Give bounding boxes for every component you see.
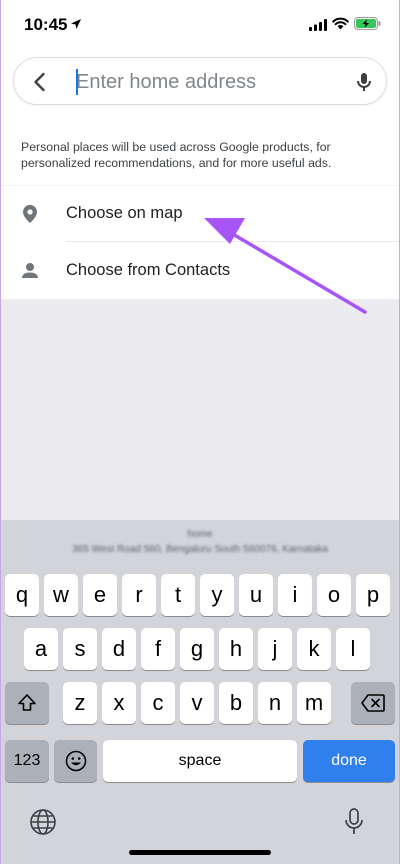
space-key[interactable]: space [103, 740, 297, 782]
key-h[interactable]: h [219, 628, 253, 670]
suggestion-subtitle: 365 West Road 560, Bengaluru South 56007… [72, 544, 328, 555]
wifi-icon [332, 17, 349, 35]
key-t[interactable]: t [161, 574, 195, 616]
key-r[interactable]: r [122, 574, 156, 616]
keyboard: home 365 West Road 560, Bengaluru South … [0, 520, 400, 864]
status-time: 10:45 [24, 15, 68, 34]
location-arrow-icon [70, 17, 82, 35]
shift-icon [18, 694, 36, 711]
key-q[interactable]: q [5, 574, 39, 616]
emoji-key[interactable] [54, 740, 97, 782]
home-indicator [129, 850, 271, 855]
key-g[interactable]: g [180, 628, 214, 670]
shift-key[interactable] [5, 682, 49, 724]
key-a[interactable]: a [24, 628, 58, 670]
choose-on-map-label: Choose on map [66, 204, 183, 222]
suggestion-title: home [187, 529, 213, 540]
delete-key[interactable] [351, 682, 395, 724]
dictation-microphone-icon[interactable] [342, 807, 366, 842]
key-m[interactable]: m [297, 682, 331, 724]
back-arrow-icon[interactable] [28, 70, 52, 94]
key-j[interactable]: j [258, 628, 292, 670]
key-c[interactable]: c [141, 682, 175, 724]
microphone-icon[interactable] [352, 70, 376, 94]
key-z[interactable]: z [63, 682, 97, 724]
key-n[interactable]: n [258, 682, 292, 724]
key-l[interactable]: l [336, 628, 370, 670]
home-address-input[interactable] [66, 66, 346, 98]
person-icon [19, 260, 41, 282]
status-bar: 10:45 [0, 0, 400, 48]
autofill-suggestion[interactable]: home 365 West Road 560, Bengaluru South … [0, 520, 400, 562]
empty-background [0, 299, 400, 520]
key-b[interactable]: b [219, 682, 253, 724]
personal-places-info: Personal places will be used across Goog… [21, 140, 332, 170]
key-y[interactable]: y [200, 574, 234, 616]
key-o[interactable]: o [317, 574, 351, 616]
globe-icon[interactable] [29, 808, 57, 841]
key-p[interactable]: p [356, 574, 390, 616]
key-f[interactable]: f [141, 628, 175, 670]
backspace-icon [361, 694, 385, 712]
key-w[interactable]: w [44, 574, 78, 616]
location-pin-icon [19, 203, 41, 225]
key-v[interactable]: v [180, 682, 214, 724]
key-d[interactable]: d [102, 628, 136, 670]
cellular-signal-icon [309, 18, 327, 36]
numbers-key[interactable]: 123 [5, 740, 49, 782]
key-x[interactable]: x [102, 682, 136, 724]
annotation-arrow-icon [204, 218, 367, 314]
key-u[interactable]: u [239, 574, 273, 616]
battery-charging-icon [354, 17, 381, 35]
home-address-search-box[interactable] [13, 57, 387, 105]
emoji-icon [65, 750, 86, 772]
key-k[interactable]: k [297, 628, 331, 670]
key-e[interactable]: e [83, 574, 117, 616]
done-key[interactable]: done [303, 740, 395, 782]
text-cursor [76, 69, 78, 95]
key-i[interactable]: i [278, 574, 312, 616]
key-s[interactable]: s [63, 628, 97, 670]
